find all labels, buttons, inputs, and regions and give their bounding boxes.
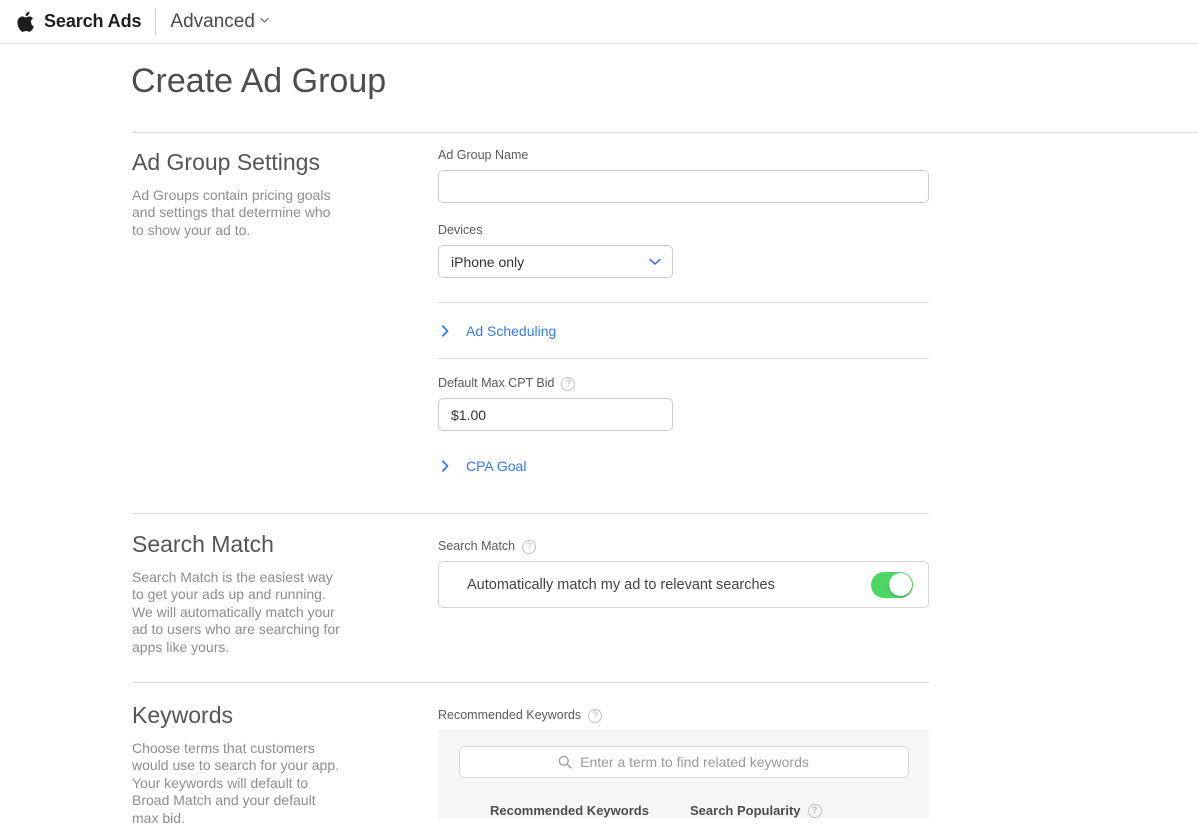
keyword-search-field[interactable]: Enter a term to find related keywords [458, 746, 909, 778]
chevron-right-icon [442, 460, 449, 472]
ad-group-name-label-text: Ad Group Name [438, 148, 529, 162]
devices-selected-value: iPhone only [451, 253, 525, 270]
help-question-icon[interactable]: ? [561, 376, 576, 391]
column-header-keyword: Recommended Keywords [490, 803, 649, 818]
section-description: Search Match is the easiest way to get y… [132, 569, 340, 655]
ad-group-name-input[interactable] [438, 170, 929, 203]
search-match-toggle[interactable] [871, 571, 913, 598]
form-divider-1 [438, 302, 929, 303]
search-match-label: Search Match ? [438, 539, 929, 554]
section-keywords-info: Keywords Choose terms that customers wou… [132, 701, 412, 827]
search-icon [558, 755, 572, 769]
recommended-keywords-label: Recommended Keywords ? [438, 708, 929, 723]
keyword-search-placeholder: Enter a term to find related keywords [580, 754, 809, 770]
search-match-label-text: Search Match [438, 539, 516, 553]
help-question-icon[interactable]: ? [588, 708, 603, 723]
help-question-icon[interactable]: ? [807, 803, 822, 818]
ad-scheduling-label: Ad Scheduling [466, 323, 557, 339]
apple-logo-icon [17, 11, 34, 32]
section-divider-1 [132, 513, 929, 514]
toggle-knob [888, 573, 912, 596]
ad-group-name-label: Ad Group Name [438, 148, 929, 163]
account-mode-menu[interactable]: Advanced [170, 11, 269, 33]
search-match-toggle-row: Automatically match my ad to relevant se… [438, 561, 929, 608]
page-title: Create Ad Group [131, 62, 387, 100]
section-heading: Keywords [132, 702, 233, 728]
chevron-right-icon [442, 325, 449, 337]
devices-label: Devices [438, 223, 929, 238]
help-question-icon[interactable]: ? [522, 539, 537, 554]
section-search-match-info: Search Match Search Match is the easiest… [132, 530, 412, 656]
section-description: Choose terms that customers would use to… [132, 740, 340, 826]
column-header-popularity: Search Popularity ? [690, 803, 822, 818]
section-divider-2 [132, 682, 929, 683]
recommended-keywords-table-header: Recommended Keywords Search Popularity ? [438, 803, 929, 818]
default-max-cpt-bid-input[interactable] [438, 398, 673, 431]
search-match-toggle-text: Automatically match my ad to relevant se… [467, 576, 775, 593]
ad-scheduling-disclosure[interactable]: Ad Scheduling [438, 321, 929, 341]
recommended-keywords-panel: Enter a term to find related keywords Re… [438, 730, 929, 818]
devices-select[interactable]: iPhone only [438, 245, 673, 278]
section-description: Ad Groups contain pricing goals and sett… [132, 187, 331, 238]
chevron-down-icon [260, 17, 269, 23]
section-search-match-form: Search Match ? Automatically match my ad… [438, 530, 929, 608]
section-heading: Ad Group Settings [132, 149, 320, 175]
brand-title: Search Ads [44, 11, 142, 31]
global-header: Search Ads Advanced [0, 0, 1198, 44]
section-keywords-form: Recommended Keywords ? Enter a term to f… [438, 701, 929, 818]
section-heading: Search Match [132, 531, 274, 557]
chevron-down-icon [649, 258, 661, 265]
default-max-cpt-bid-label-text: Default Max CPT Bid [438, 376, 555, 390]
default-max-cpt-bid-label: Default Max CPT Bid ? [438, 376, 929, 391]
form-divider-2 [438, 358, 929, 359]
devices-label-text: Devices [438, 223, 483, 237]
section-ad-group-settings-info: Ad Group Settings Ad Groups contain pric… [132, 148, 412, 239]
cpa-goal-disclosure[interactable]: CPA Goal [438, 456, 929, 476]
section-ad-group-settings-form: Ad Group Name Devices iPhone only Ad Sch… [438, 148, 929, 476]
page-body: Create Ad Group Ad Group Settings Ad Gro… [0, 44, 1198, 826]
account-mode-label: Advanced [170, 10, 255, 32]
recommended-keywords-label-text: Recommended Keywords [438, 708, 582, 722]
cpa-goal-label: CPA Goal [466, 458, 527, 474]
title-divider [132, 132, 1198, 133]
header-divider [155, 8, 157, 35]
column-header-popularity-text: Search Popularity [690, 803, 801, 818]
